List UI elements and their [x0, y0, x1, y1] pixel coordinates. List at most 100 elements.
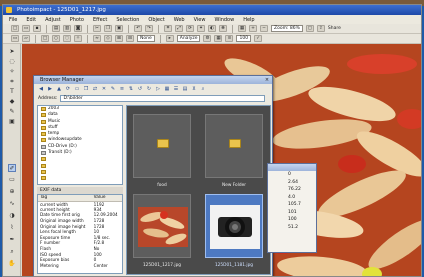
sort-icon[interactable]: ⇅	[128, 86, 134, 92]
color-icon[interactable]: ◐	[208, 25, 216, 32]
search-icon[interactable]: ⌕	[200, 86, 206, 92]
grid-icon[interactable]: ▦	[214, 35, 223, 42]
zoom-tool-icon[interactable]: ⌕	[8, 248, 16, 256]
scan-icon[interactable]: ▥	[63, 25, 71, 32]
smudge-tool-icon[interactable]: ∿	[8, 200, 16, 208]
effect-icon[interactable]: ❋	[219, 25, 227, 32]
thumbnail-folder[interactable]: food	[131, 112, 193, 192]
menu-view[interactable]: View	[194, 17, 206, 23]
filter-icon[interactable]: ⊻	[191, 86, 197, 92]
slideshow-icon[interactable]: ▷	[155, 86, 161, 92]
rotate-left-icon[interactable]: ↺	[137, 86, 143, 92]
rotate-icon[interactable]: ⟳	[186, 25, 194, 32]
resize-icon[interactable]: ⤢	[175, 25, 183, 32]
fill-tool-icon[interactable]: ▣	[8, 118, 16, 126]
list-view-icon[interactable]: ☰	[173, 86, 179, 92]
option-icon[interactable]: ⊞	[115, 35, 123, 42]
view-icon[interactable]: ▦	[238, 25, 246, 32]
shape-ellipse-icon[interactable]: ○	[52, 35, 60, 42]
camera-icon[interactable]: ◙	[74, 25, 82, 32]
open-folder-icon[interactable]: ▭	[22, 25, 30, 32]
rotate-right-icon[interactable]: ↻	[146, 86, 152, 92]
copy-icon[interactable]: ❐	[104, 25, 112, 32]
dodge-tool-icon[interactable]: ◑	[8, 212, 16, 220]
path-tool-icon[interactable]: ✎	[8, 108, 16, 116]
angle-dropdown[interactable]: Analyze	[176, 35, 201, 42]
zoom-dropdown[interactable]: Zoom: 86%	[271, 25, 303, 32]
anti-alias-icon[interactable]: ◇	[104, 35, 112, 42]
size-field[interactable]: 100	[236, 35, 252, 42]
print-icon[interactable]: ▤	[52, 25, 60, 32]
menu-edit[interactable]: Edit	[26, 17, 36, 23]
share-icon[interactable]: ⇪	[316, 25, 325, 32]
new-folder-icon[interactable]: ▭	[74, 86, 80, 92]
thumbnail-folder[interactable]: New Folder	[203, 112, 265, 192]
thumbnail-image[interactable]: 125D01_1217.jpg	[131, 192, 193, 272]
pointer-tool-icon[interactable]: ➤	[8, 48, 16, 56]
refresh-icon[interactable]: ⟳	[65, 86, 71, 92]
menu-effect[interactable]: Effect	[93, 17, 107, 23]
menu-adjust[interactable]: Adjust	[45, 17, 61, 23]
clone-tool-icon[interactable]: ⊕	[8, 188, 16, 196]
undo-icon[interactable]: ↶	[134, 25, 142, 32]
browser-title-bar[interactable]: Browser Manager ×	[34, 76, 272, 84]
feather-icon[interactable]: ≈	[93, 35, 101, 42]
menu-window[interactable]: Window	[214, 17, 234, 23]
menu-web[interactable]: Web	[174, 17, 185, 23]
close-icon[interactable]: ×	[264, 77, 270, 83]
menu-help[interactable]: Help	[243, 17, 254, 23]
rename-icon[interactable]: ✎	[110, 86, 116, 92]
cut-icon[interactable]: ✂	[93, 25, 101, 32]
zoom-in-icon[interactable]: +	[249, 25, 257, 32]
menu-object[interactable]: Object	[148, 17, 164, 23]
text-tool-icon[interactable]: T	[8, 88, 16, 96]
forward-icon[interactable]: ▶	[47, 86, 53, 92]
shape-rect-icon[interactable]: □	[41, 35, 49, 42]
hand-tool-icon[interactable]: ✋	[8, 260, 16, 268]
menu-selection[interactable]: Selection	[116, 17, 139, 23]
back-icon[interactable]: ◀	[38, 86, 44, 92]
crop-icon[interactable]: ⌗	[164, 25, 172, 32]
thumbnail-view-icon[interactable]: ▦	[164, 86, 170, 92]
apply-icon[interactable]: ✓	[254, 35, 263, 42]
properties-icon[interactable]: ≡	[119, 86, 125, 92]
paste-icon[interactable]: ▣	[115, 25, 123, 32]
fit-icon[interactable]: ▢	[305, 25, 314, 32]
up-folder-icon[interactable]: ▲	[56, 86, 62, 92]
tree-item[interactable]	[38, 175, 122, 181]
eraser-tool-icon[interactable]: ▭	[8, 176, 16, 184]
redo-icon[interactable]: ↷	[145, 25, 153, 32]
selection-mode-icon[interactable]: ▭	[11, 35, 19, 42]
share-label[interactable]: Share	[328, 26, 341, 31]
settings-icon[interactable]: ⚙	[203, 35, 212, 42]
menu-photo[interactable]: Photo	[70, 17, 84, 23]
delete-icon[interactable]: ✕	[101, 86, 107, 92]
thumbnail-image-selected[interactable]: 125D01_1181.jpg	[203, 192, 265, 272]
crop-tool-icon[interactable]: ⌗	[8, 78, 16, 86]
copy-icon[interactable]: ❐	[83, 86, 89, 92]
shape-lasso-icon[interactable]: ◌	[63, 35, 71, 42]
move-icon[interactable]: ⇄	[92, 86, 98, 92]
save-icon[interactable]: ▪	[33, 25, 41, 32]
enhance-icon[interactable]: ✦	[197, 25, 205, 32]
table-row[interactable]: Metering Center	[38, 263, 122, 269]
selection-add-icon[interactable]: ▱	[22, 35, 30, 42]
mode-dropdown[interactable]: None	[137, 35, 155, 42]
select-object-icon[interactable]: ▸	[165, 35, 174, 42]
option2-icon[interactable]: ⊟	[126, 35, 134, 42]
brush-tool-icon[interactable]: ✐	[8, 164, 16, 172]
lasso-tool-icon[interactable]: ◌	[8, 58, 16, 66]
pen-tool-icon[interactable]: ✒	[8, 236, 16, 244]
menu-file[interactable]: File	[9, 17, 17, 23]
shape-tool-icon[interactable]: ◆	[8, 98, 16, 106]
info-panel-header[interactable]	[268, 164, 316, 171]
shape-magic-icon[interactable]: ✧	[74, 35, 82, 42]
zoom-out-icon[interactable]: −	[260, 25, 268, 32]
eyedropper-tool-icon[interactable]: ⌇	[8, 224, 16, 232]
details-view-icon[interactable]: ▤	[182, 86, 188, 92]
new-file-icon[interactable]: □	[11, 25, 19, 32]
align-icon[interactable]: ≡	[225, 35, 234, 42]
address-input[interactable]: D:\bilder	[60, 95, 266, 102]
folder-tree[interactable]: 2003 data Music stuff temp windowsupdate…	[37, 105, 123, 185]
magic-wand-tool-icon[interactable]: ✧	[8, 68, 16, 76]
